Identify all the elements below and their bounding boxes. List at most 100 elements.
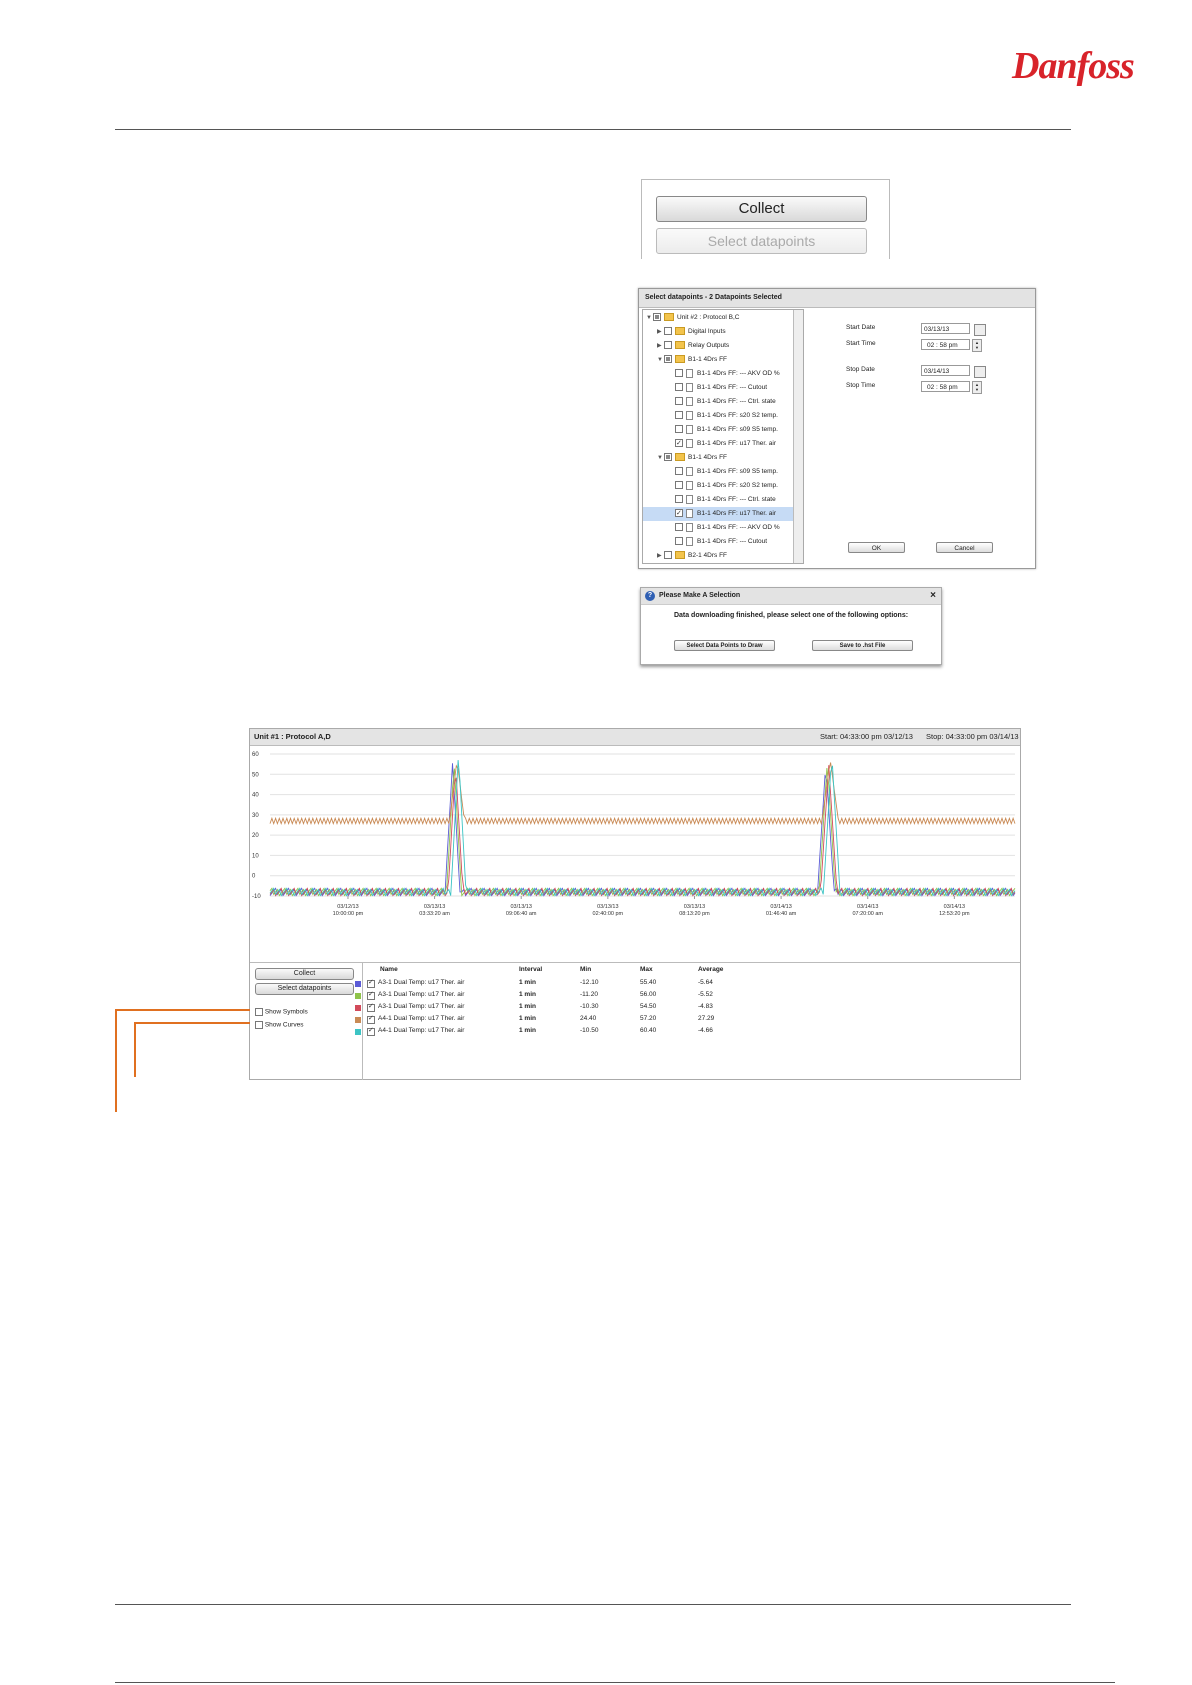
series-max: 60.40 [640, 1027, 657, 1034]
x-tick-time: 01:46:40 am [766, 911, 797, 917]
tree-node[interactable]: B1-1 4Drs FF: --- Ctrl. state [643, 395, 793, 409]
expand-down-icon[interactable]: ▼ [657, 353, 664, 367]
series-max: 56.00 [640, 991, 657, 998]
save-to-hst-file-button[interactable]: Save to .hst File [812, 640, 913, 651]
tree-checkbox[interactable] [675, 507, 683, 521]
tree-checkbox[interactable] [675, 481, 683, 490]
tree-node[interactable]: B1-1 4Drs FF: --- AKV OD % [643, 521, 793, 535]
tree-node[interactable]: B1-1 4Drs FF: s09 S5 temp. [643, 423, 793, 437]
series-checkbox[interactable] [367, 1002, 375, 1012]
series-checkbox[interactable] [367, 978, 375, 988]
tree-node[interactable]: ▶ Relay Outputs [643, 339, 793, 353]
tree-checkbox[interactable] [675, 397, 683, 406]
series-checkbox[interactable] [367, 1014, 375, 1024]
tree-checkbox[interactable] [664, 341, 672, 350]
tree-node[interactable]: B1-1 4Drs FF: --- Cutout [643, 535, 793, 549]
series-name: A4-1 Dual Temp: u17 Ther. air [378, 1027, 465, 1034]
collect-button[interactable]: Collect [656, 196, 867, 222]
tree-node[interactable]: B1-1 4Drs FF: u17 Ther. air [643, 507, 793, 521]
series-name: A3-1 Dual Temp: u17 Ther. air [378, 1003, 465, 1010]
select-data-points-to-draw-button[interactable]: Select Data Points to Draw [674, 640, 775, 651]
stop-time-spinner[interactable]: ▲ ▼ [972, 381, 982, 394]
tree-checkbox[interactable] [664, 327, 672, 336]
tree-scrollbar[interactable] [793, 310, 803, 563]
tree-node[interactable]: B1-1 4Drs FF: s20 S2 temp. [643, 479, 793, 493]
datapoint-tree[interactable]: ▼ Unit #2 : Protocol B,C ▶ Digital Inputs ▶ R… [642, 309, 804, 564]
tree-checkbox[interactable] [675, 425, 683, 434]
expand-right-icon[interactable]: ▶ [657, 325, 664, 339]
cancel-button[interactable]: Cancel [936, 542, 993, 553]
tree-node[interactable]: ▼ Unit #2 : Protocol B,C [643, 311, 793, 325]
tree-checkbox[interactable] [675, 411, 683, 420]
tree-node[interactable]: ▼ B1-1 4Drs FF [643, 353, 793, 367]
show-symbols-checkbox[interactable] [255, 1008, 263, 1016]
folder-icon [675, 341, 685, 350]
tree-node[interactable]: ▼ B1-1 4Drs FF [643, 451, 793, 465]
show-curves-option[interactable]: Show Curves [255, 1021, 303, 1029]
callout-line [134, 1022, 136, 1077]
tree-checkbox[interactable] [675, 495, 683, 504]
series-min: -10.30 [580, 1003, 599, 1010]
expand-down-icon[interactable]: ▼ [657, 451, 664, 465]
temperature-chart[interactable]: -10 0 10 20 30 40 50 60 03/12/1310:00:00 pm 03/13… [250, 746, 1020, 962]
col-min: Min [580, 966, 592, 973]
tree-node-label: B1-1 4Drs FF: u17 Ther. air [697, 440, 776, 447]
select-datapoints-button[interactable]: Select datapoints [255, 983, 354, 995]
tree-node[interactable]: B1-1 4Drs FF: s20 S2 temp. [643, 409, 793, 423]
close-icon[interactable]: × [930, 588, 936, 604]
tree-checkbox[interactable] [675, 537, 683, 546]
series-interval: 1 min [519, 979, 536, 986]
tree-node-label: B1-1 4Drs FF: s20 S2 temp. [697, 412, 778, 419]
start-time-spinner[interactable]: ▲ ▼ [972, 339, 982, 352]
start-date-field[interactable]: 03/13/13 [921, 323, 970, 334]
chart-unit-title: Unit #1 : Protocol A,D [254, 732, 331, 741]
tree-checkbox[interactable] [675, 437, 683, 451]
tree-checkbox[interactable] [664, 551, 672, 560]
select-datapoints-button: Select datapoints [656, 228, 867, 254]
stop-time-field[interactable]: 02 : 58 pm [921, 381, 970, 392]
series-name: A4-1 Dual Temp: u17 Ther. air [378, 1015, 465, 1022]
collect-button[interactable]: Collect [255, 968, 354, 980]
tree-node-label: B1-1 4Drs FF: --- Cutout [697, 384, 768, 391]
tree-node[interactable]: B1-1 4Drs FF: --- Cutout [643, 381, 793, 395]
tree-checkbox[interactable] [675, 467, 683, 476]
expand-down-icon[interactable]: ▼ [646, 311, 653, 325]
tree-checkbox[interactable] [675, 523, 683, 532]
series-average: -5.64 [698, 979, 713, 986]
tree-node[interactable]: ▶ Digital Inputs [643, 325, 793, 339]
tree-node[interactable]: B1-1 4Drs FF: u17 Ther. air [643, 437, 793, 451]
expand-right-icon[interactable]: ▶ [657, 339, 664, 353]
stop-date-field[interactable]: 03/14/13 [921, 365, 970, 376]
show-symbols-option[interactable]: Show Symbols [255, 1008, 308, 1016]
calendar-icon[interactable] [974, 366, 986, 378]
document-icon [686, 438, 693, 448]
document-icon [686, 410, 693, 420]
tree-node-label: B1-1 4Drs FF: u17 Ther. air [697, 510, 776, 517]
y-tick-label: 10 [252, 853, 259, 859]
series-checkbox[interactable] [367, 1026, 375, 1036]
tree-checkbox[interactable] [664, 453, 672, 462]
tree-node[interactable]: ▶ B2-1 4Drs FF [643, 549, 793, 563]
expand-right-icon[interactable]: ▶ [657, 549, 664, 563]
tree-checkbox[interactable] [675, 383, 683, 392]
series-average: -4.83 [698, 1003, 713, 1010]
tree-checkbox[interactable] [675, 369, 683, 378]
callout-line [134, 1022, 250, 1024]
start-time-field[interactable]: 02 : 58 pm [921, 339, 970, 350]
col-max: Max [640, 966, 653, 973]
series-name: A3-1 Dual Temp: u17 Ther. air [378, 991, 465, 998]
tree-node[interactable]: B1-1 4Drs FF: s09 S5 temp. [643, 465, 793, 479]
show-curves-checkbox[interactable] [255, 1021, 263, 1029]
folder-icon [675, 355, 685, 364]
tree-checkbox[interactable] [653, 313, 661, 322]
tree-node[interactable]: B1-1 4Drs FF: --- Ctrl. state [643, 493, 793, 507]
ok-button[interactable]: OK [848, 542, 905, 553]
series-checkbox[interactable] [367, 990, 375, 1000]
select-datapoints-dialog: Select datapoints - 2 Datapoints Selecte… [638, 288, 1036, 569]
series-color-swatch [355, 1017, 361, 1023]
x-tick-date: 03/13/13 [684, 904, 705, 910]
tree-checkbox[interactable] [664, 355, 672, 364]
document-icon [686, 480, 693, 490]
calendar-icon[interactable] [974, 324, 986, 336]
tree-node[interactable]: B1-1 4Drs FF: --- AKV OD % [643, 367, 793, 381]
